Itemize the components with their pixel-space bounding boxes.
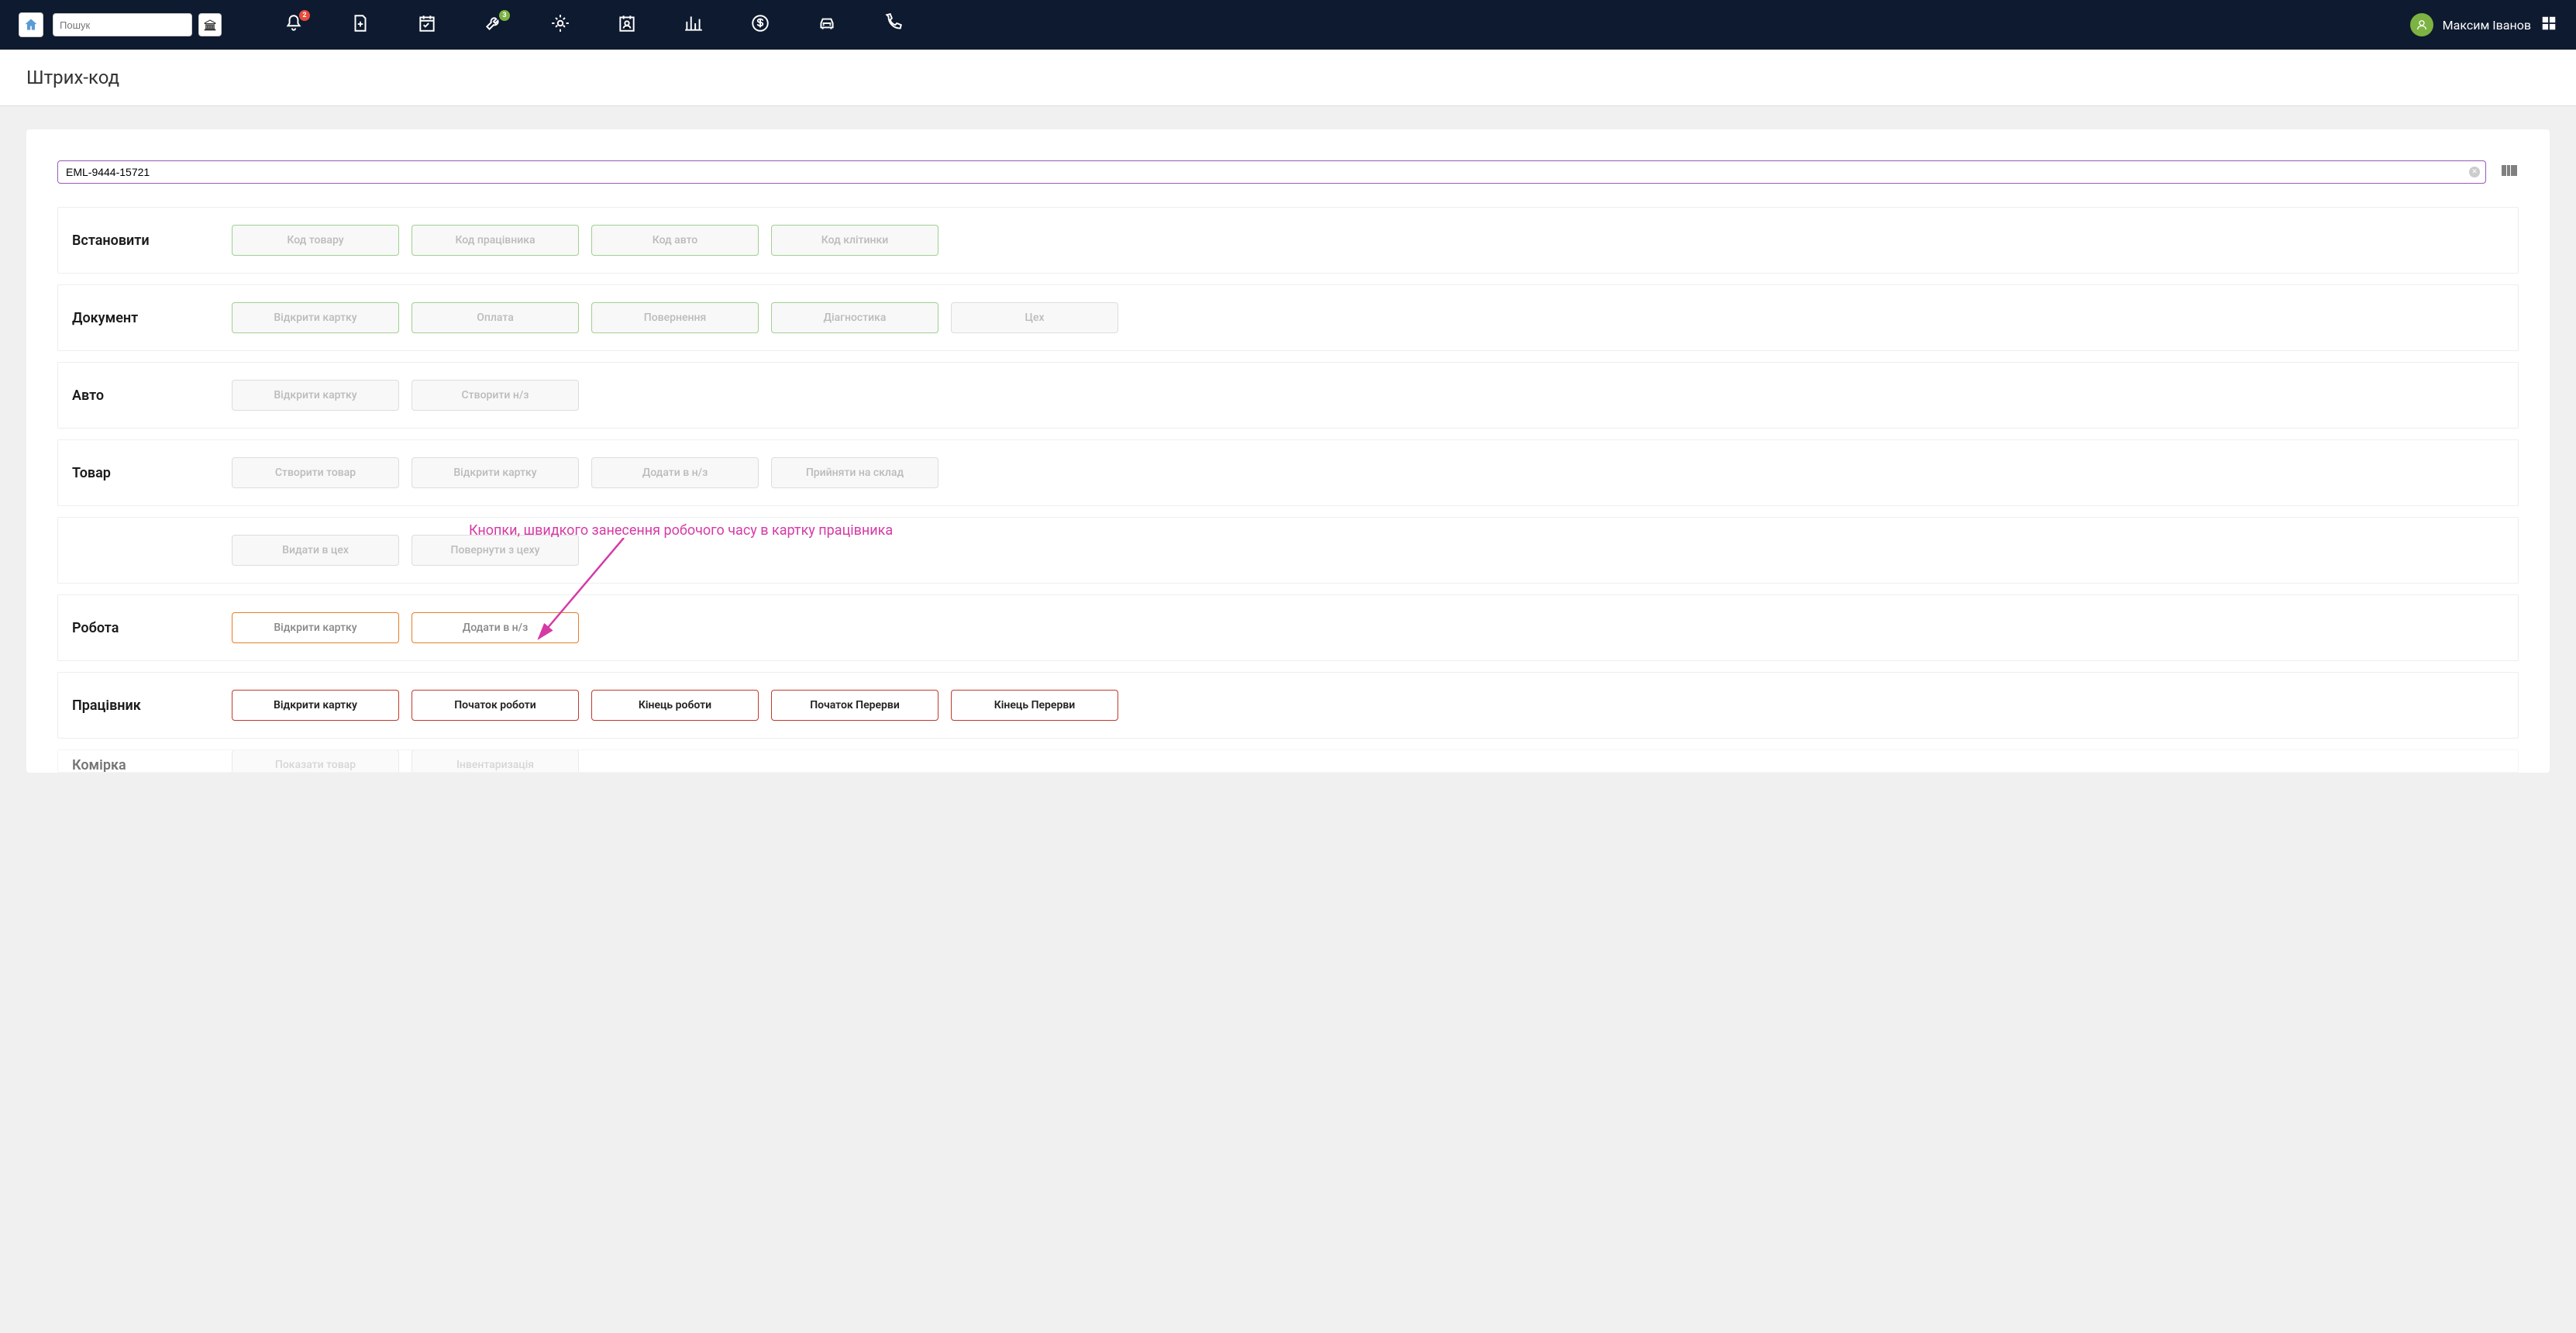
btn-emp-start-break[interactable]: Початок Перерви <box>771 690 938 721</box>
btn-product-receive[interactable]: Прийняти на склад <box>771 457 938 488</box>
btn-product-open[interactable]: Відкрити картку <box>412 457 579 488</box>
add-document-icon <box>350 13 370 33</box>
bank-button[interactable] <box>198 13 222 36</box>
section-label: Робота <box>72 620 219 636</box>
section-employee: Працівник Відкрити картку Початок роботи… <box>57 672 2519 739</box>
notifications-button[interactable]: 2 <box>284 13 304 36</box>
section-label: Документ <box>72 310 219 326</box>
btn-product-return[interactable]: Повернути з цеху <box>412 535 579 566</box>
btn-emp-end-break[interactable]: Кінець Перерви <box>951 690 1118 721</box>
barcode-input-wrap: ✕ <box>57 160 2486 184</box>
calendar-check-icon <box>417 13 437 33</box>
chart-icon <box>684 13 704 33</box>
clear-button[interactable]: ✕ <box>2469 167 2480 177</box>
vehicles-button[interactable] <box>817 13 837 36</box>
btn-doc-diag[interactable]: Діагностика <box>771 302 938 333</box>
apps-button[interactable] <box>2540 15 2557 35</box>
btn-product-add[interactable]: Додати в н/з <box>591 457 759 488</box>
calls-button[interactable] <box>883 13 904 36</box>
user-area[interactable]: Максим Іванов <box>2410 13 2557 36</box>
section-work: Робота Відкрити картку Додати в н/з <box>57 594 2519 661</box>
section-document: Документ Відкрити картку Оплата Повернен… <box>57 284 2519 351</box>
barcode-row: ✕ <box>57 160 2519 184</box>
btn-work-open[interactable]: Відкрити картку <box>232 612 399 643</box>
btn-emp-open[interactable]: Відкрити картку <box>232 690 399 721</box>
section-label: Товар <box>72 465 219 481</box>
barcode-icon[interactable] <box>2500 161 2519 183</box>
nav-icons: 2 3 <box>284 13 904 36</box>
contact-button[interactable] <box>617 13 637 36</box>
btn-doc-return[interactable]: Повернення <box>591 302 759 333</box>
btn-product-give[interactable]: Видати в цех <box>232 535 399 566</box>
contact-icon <box>617 13 637 33</box>
barcode-input[interactable] <box>57 160 2486 184</box>
car-icon <box>817 13 837 33</box>
btn-emp-end-work[interactable]: Кінець роботи <box>591 690 759 721</box>
home-icon <box>23 17 39 33</box>
btn-work-add[interactable]: Додати в н/з <box>412 612 579 643</box>
btn-product-create[interactable]: Створити товар <box>232 457 399 488</box>
section-label: Авто <box>72 388 219 404</box>
header: 2 3 Макси <box>0 0 2576 50</box>
section-label: Комірка <box>72 757 219 773</box>
btn-set-employee-code[interactable]: Код працівника <box>412 225 579 256</box>
user-icon <box>2415 18 2429 32</box>
calendar-check-button[interactable] <box>417 13 437 36</box>
grid-icon <box>2540 15 2557 32</box>
btn-doc-workshop[interactable]: Цех <box>951 302 1118 333</box>
btn-set-auto-code[interactable]: Код авто <box>591 225 759 256</box>
btn-cell-inv[interactable]: Інвентаризація <box>412 749 579 773</box>
section-label: Встановити <box>72 232 219 249</box>
btn-doc-pay[interactable]: Оплата <box>412 302 579 333</box>
btn-auto-open[interactable]: Відкрити картку <box>232 380 399 411</box>
avatar <box>2410 13 2433 36</box>
section-cell: Комірка Показати товар Інвентаризація <box>57 749 2519 773</box>
settings-button[interactable] <box>550 13 570 36</box>
btn-set-product-code[interactable]: Код товару <box>232 225 399 256</box>
finance-button[interactable] <box>750 13 770 36</box>
notifications-badge: 2 <box>299 10 310 21</box>
dollar-icon <box>750 13 770 33</box>
tools-badge: 3 <box>499 10 510 21</box>
add-document-button[interactable] <box>350 13 370 36</box>
tools-button[interactable]: 3 <box>484 13 504 36</box>
btn-doc-open[interactable]: Відкрити картку <box>232 302 399 333</box>
phone-icon <box>883 13 904 33</box>
home-button[interactable] <box>19 12 43 37</box>
content: ✕ Встановити Код товару Код працівника К… <box>0 106 2576 807</box>
page-title: Штрих-код <box>26 67 2550 88</box>
bank-icon <box>203 18 217 32</box>
user-name: Максим Іванов <box>2443 18 2531 33</box>
btn-cell-show[interactable]: Показати товар <box>232 749 399 773</box>
stats-button[interactable] <box>684 13 704 36</box>
section-label: Працівник <box>72 698 219 714</box>
card: ✕ Встановити Код товару Код працівника К… <box>26 129 2550 773</box>
section-set: Встановити Код товару Код працівника Код… <box>57 207 2519 274</box>
section-product-2: Видати в цех Повернути з цеху Кнопки, шв… <box>57 517 2519 584</box>
search-wrap <box>53 13 192 36</box>
btn-set-cell-code[interactable]: Код клітинки <box>771 225 938 256</box>
section-product: Товар Створити товар Відкрити картку Дод… <box>57 439 2519 506</box>
gear-icon <box>550 13 570 33</box>
search-input[interactable] <box>60 19 196 31</box>
btn-auto-create[interactable]: Створити н/з <box>412 380 579 411</box>
section-auto: Авто Відкрити картку Створити н/з <box>57 362 2519 429</box>
page-title-wrap: Штрих-код <box>0 50 2576 106</box>
btn-emp-start-work[interactable]: Початок роботи <box>412 690 579 721</box>
